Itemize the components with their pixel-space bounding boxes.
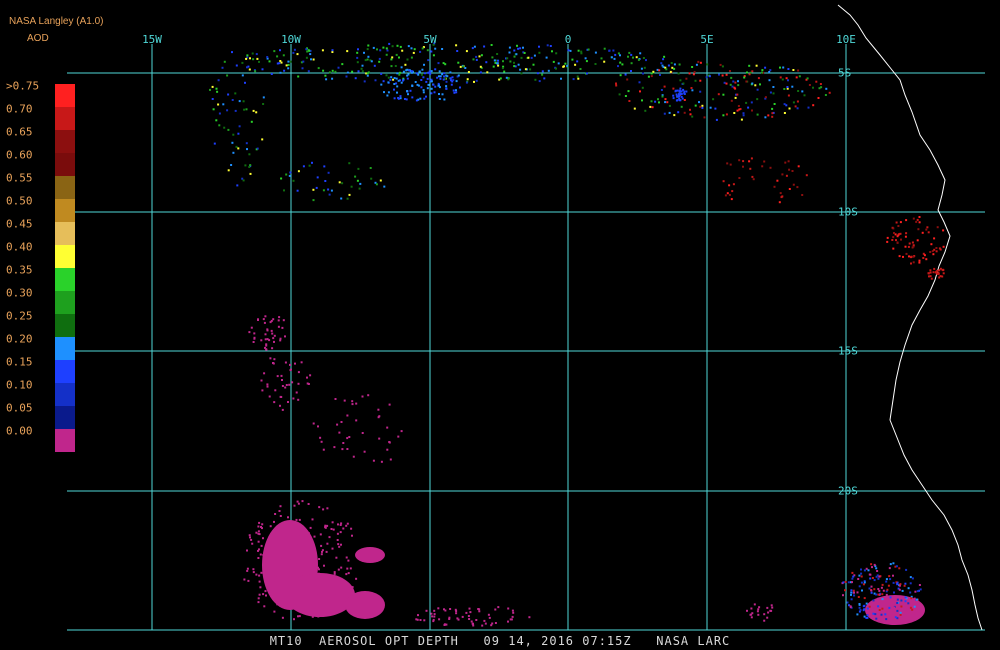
longitude-label: 15W — [142, 33, 162, 46]
legend-swatch — [55, 291, 75, 314]
longitude-label: 10W — [281, 33, 301, 46]
longitude-label: 10E — [836, 33, 856, 46]
legend-swatch — [55, 222, 75, 245]
legend-label: 0.60 — [6, 148, 33, 162]
legend-label: 0.30 — [6, 286, 33, 300]
legend-swatch — [55, 199, 75, 222]
lat-lon-grid — [67, 44, 985, 631]
legend-swatch — [55, 176, 75, 199]
longitude-label: 5E — [700, 33, 714, 46]
legend-label: 0.70 — [6, 102, 33, 116]
legend-label: 0.45 — [6, 217, 33, 231]
latitude-label: 10S — [838, 205, 858, 219]
legend-swatch — [55, 84, 75, 107]
product-title: NASA Langley (A1.0) — [9, 16, 104, 27]
legend-swatch — [55, 406, 75, 429]
africa-coastline — [837, 4, 983, 631]
latitude-label: 20S — [838, 484, 858, 498]
legend-swatch — [55, 314, 75, 337]
latitude-label: 15S — [838, 344, 858, 358]
legend-swatch — [55, 107, 75, 130]
legend-swatch — [55, 130, 75, 153]
legend-label: 0.50 — [6, 194, 33, 208]
legend-swatch — [55, 337, 75, 360]
color-legend — [55, 84, 75, 452]
legend-label: 0.15 — [6, 355, 33, 369]
longitude-label: 5W — [423, 33, 437, 46]
legend-swatch — [55, 360, 75, 383]
legend-label: 0.35 — [6, 263, 33, 277]
legend-swatch — [55, 268, 75, 291]
legend-label: 0.00 — [6, 424, 33, 438]
legend-label: 0.05 — [6, 401, 33, 415]
legend-label: 0.25 — [6, 309, 33, 323]
legend-label: 0.55 — [6, 171, 33, 185]
legend-swatch — [55, 245, 75, 268]
aod-map — [67, 4, 985, 631]
latitude-label: 5S — [838, 66, 852, 80]
legend-label: 0.10 — [6, 378, 33, 392]
legend-label: >0.75 — [6, 79, 40, 93]
legend-label: 0.40 — [6, 240, 33, 254]
legend-swatch — [55, 429, 75, 452]
map-footer: MT10 AEROSOL OPT DEPTH 09 14, 2016 07:15… — [269, 634, 731, 648]
variable-label: AOD — [27, 33, 49, 44]
legend-swatch — [55, 383, 75, 406]
aerosol-pixels — [209, 42, 945, 627]
longitude-label: 0 — [564, 33, 572, 46]
legend-swatch — [55, 153, 75, 176]
legend-label: 0.20 — [6, 332, 33, 346]
legend-label: 0.65 — [6, 125, 33, 139]
